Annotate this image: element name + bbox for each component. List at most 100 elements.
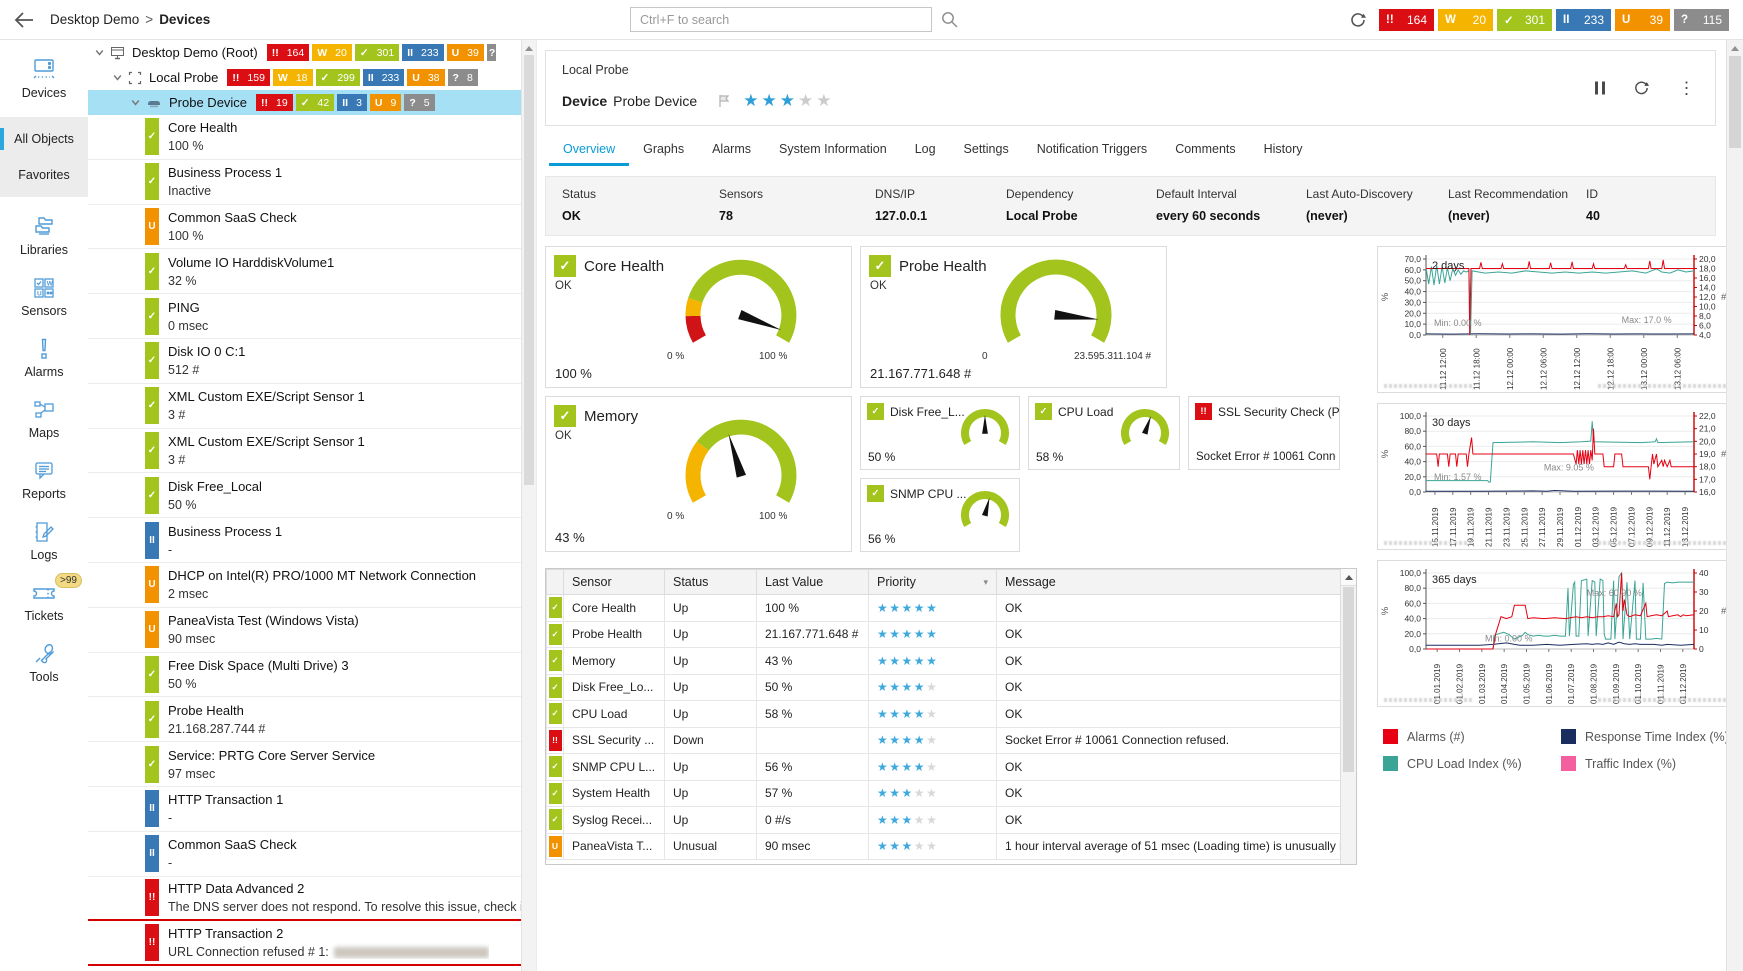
tree-scrollbar[interactable]	[521, 40, 536, 971]
mini-status-badge[interactable]: II3	[337, 94, 367, 111]
status-badge[interactable]: W20	[1438, 9, 1493, 31]
mini-status-badge[interactable]: U9	[370, 94, 401, 111]
gauge-card-small[interactable]: ✓CPU Load58 %	[1028, 396, 1180, 470]
priority-stars[interactable]: ★★★★★	[877, 707, 938, 721]
sensor-cell[interactable]: Core Health	[564, 595, 665, 622]
tree-sensor-item[interactable]: ✓XML Custom EXE/Script Sensor 13 #	[88, 384, 522, 429]
tree-sensor-item[interactable]: ✓XML Custom EXE/Script Sensor 13 #	[88, 429, 522, 474]
sensor-cell[interactable]: SSL Security ...	[564, 727, 665, 754]
priority-stars[interactable]: ★★★★★	[877, 786, 938, 800]
sidebar-item-all-objects[interactable]: All Objects	[0, 121, 88, 157]
tree-group-row[interactable]: Desktop Demo (Root)!!164W20✓301II233U39?	[88, 40, 522, 65]
tree-sensor-item[interactable]: UPaneaVista Test (Windows Vista)90 msec	[88, 608, 522, 653]
tree-sensor-item[interactable]: IIBusiness Process 1-	[88, 518, 522, 563]
parent-group-link[interactable]: Local Probe	[562, 63, 1699, 77]
mini-status-badge[interactable]: U39	[447, 44, 484, 61]
sensor-cell[interactable]: Memory	[564, 648, 665, 675]
tree-sensor-item[interactable]: !!HTTP Data Advanced 2The DNS server doe…	[88, 877, 522, 922]
table-row[interactable]: ✓System HealthUp57 %★★★★★OK	[547, 780, 1341, 807]
sensor-cell[interactable]: Syslog Recei...	[564, 807, 665, 834]
window-scrollbar-thumb[interactable]	[1729, 56, 1741, 148]
device-priority-stars[interactable]: ★★★★★	[743, 91, 834, 111]
refresh-icon[interactable]	[1349, 11, 1367, 29]
legend-item[interactable]: Alarms (#)	[1383, 729, 1561, 744]
tree-sensor-item[interactable]: ✓Disk Free_Local50 %	[88, 473, 522, 518]
priority-cell[interactable]: ★★★★★	[869, 754, 997, 781]
chevron-down-icon[interactable]	[130, 97, 141, 108]
star-filled-icon[interactable]: ★	[780, 91, 798, 110]
tree-sensor-item[interactable]: UCommon SaaS Check100 %	[88, 205, 522, 250]
tab-graphs[interactable]: Graphs	[629, 131, 698, 166]
legend-item[interactable]: Traffic Index (%)	[1561, 756, 1726, 771]
star-empty-icon[interactable]: ★	[798, 91, 816, 110]
sidebar-item-favorites[interactable]: Favorites	[0, 157, 88, 193]
gauge-card[interactable]: ✓Probe HealthOK21.167.771.648 #023.595.3…	[860, 246, 1167, 388]
table-row[interactable]: UPaneaVista T...Unusual90 msec★★★★★1 hou…	[547, 833, 1341, 860]
tree-sensor-item[interactable]: UDHCP on Intel(R) PRO/1000 MT Network Co…	[88, 563, 522, 608]
mini-status-badge[interactable]: II233	[402, 44, 443, 61]
tree-sensor-item[interactable]: ✓Core Health100 %	[88, 115, 522, 160]
chevron-down-icon[interactable]: ▾	[983, 577, 988, 588]
mini-status-badge[interactable]: U38	[407, 69, 444, 86]
mini-status-badge[interactable]: II233	[363, 69, 404, 86]
sensor-cell[interactable]: System Health	[564, 780, 665, 807]
star-empty-icon[interactable]: ★	[816, 91, 834, 110]
mini-status-badge[interactable]: !!19	[256, 94, 293, 111]
tree-sensor-item[interactable]: IIHTTP Transaction 1-	[88, 787, 522, 832]
column-header[interactable]	[547, 570, 564, 595]
gauge-card[interactable]: ✓Core HealthOK100 %0 %100 %	[545, 246, 852, 388]
priority-cell[interactable]: ★★★★★	[869, 780, 997, 807]
tab-system-information[interactable]: System Information	[765, 131, 901, 166]
scroll-up-icon[interactable]	[1731, 46, 1739, 51]
gauge-card-small[interactable]: ✓Disk Free_L...50 %	[860, 396, 1020, 470]
priority-stars[interactable]: ★★★★★	[877, 680, 938, 694]
chevron-down-icon[interactable]	[112, 72, 123, 83]
mini-status-badge[interactable]: ?8	[448, 69, 478, 86]
tree-sensor-item[interactable]: ✓Volume IO HarddiskVolume132 %	[88, 249, 522, 294]
tree-sensor-item[interactable]: ✓Service: PRTG Core Server Service97 mse…	[88, 742, 522, 787]
column-header-status[interactable]: Status	[665, 570, 757, 595]
sidebar-item-maps[interactable]: Maps	[0, 388, 88, 449]
mini-status-badge[interactable]: !!159	[227, 69, 270, 86]
priority-stars[interactable]: ★★★★★	[877, 733, 938, 747]
sidebar-item-alarms[interactable]: Alarms	[0, 327, 88, 388]
sensor-cell[interactable]: CPU Load	[564, 701, 665, 728]
tree-sensor-item[interactable]: IICommon SaaS Check-	[88, 832, 522, 877]
star-filled-icon[interactable]: ★	[761, 91, 779, 110]
tree-sensor-item[interactable]: !!HTTP Transaction 2URL Connection refus…	[88, 921, 522, 966]
table-scrollbar-thumb[interactable]	[1343, 587, 1354, 772]
table-row[interactable]: ✓Probe HealthUp21.167.771.648 #★★★★★OK	[547, 621, 1341, 648]
breadcrumb-parent[interactable]: Desktop Demo	[50, 12, 139, 27]
sidebar-item-tickets[interactable]: >99 Tickets	[0, 571, 88, 632]
table-row[interactable]: !!SSL Security ...Down★★★★★Socket Error …	[547, 727, 1341, 754]
sidebar-item-devices[interactable]: Devices	[0, 48, 88, 109]
mini-status-badge[interactable]: ?	[487, 44, 496, 61]
priority-cell[interactable]: ★★★★★	[869, 727, 997, 754]
table-row[interactable]: ✓Core HealthUp100 %★★★★★OK	[547, 595, 1341, 622]
mini-status-badge[interactable]: ✓42	[296, 94, 335, 111]
table-row[interactable]: ✓MemoryUp43 %★★★★★OK	[547, 648, 1341, 675]
priority-stars[interactable]: ★★★★★	[877, 627, 938, 641]
priority-cell[interactable]: ★★★★★	[869, 701, 997, 728]
table-row[interactable]: ✓CPU LoadUp58 %★★★★★OK	[547, 701, 1341, 728]
sidebar-item-libraries[interactable]: Libraries	[0, 205, 88, 266]
sensor-cell[interactable]: SNMP CPU L...	[564, 754, 665, 781]
legend-item[interactable]: Response Time Index (%)	[1561, 729, 1726, 744]
priority-stars[interactable]: ★★★★★	[877, 601, 938, 615]
gauge-card-small[interactable]: ✓SNMP CPU ...56 %	[860, 478, 1020, 552]
sidebar-item-tools[interactable]: Tools	[0, 632, 88, 693]
priority-cell[interactable]: ★★★★★	[869, 833, 997, 860]
flag-icon[interactable]	[717, 94, 731, 108]
table-scrollbar[interactable]	[1340, 569, 1356, 864]
graph-card[interactable]: 0,020,040,060,080,0100,0010203040%#01.01…	[1377, 560, 1726, 707]
chevron-down-icon[interactable]	[94, 47, 105, 58]
sidebar-item-sensors[interactable]: WU Sensors	[0, 266, 88, 327]
tab-comments[interactable]: Comments	[1161, 131, 1249, 166]
star-filled-icon[interactable]: ★	[743, 91, 761, 110]
search-icon[interactable]	[941, 11, 958, 28]
mini-status-badge[interactable]: !!164	[267, 44, 310, 61]
table-row[interactable]: ✓SNMP CPU L...Up56 %★★★★★OK	[547, 754, 1341, 781]
priority-cell[interactable]: ★★★★★	[869, 595, 997, 622]
column-header-sensor[interactable]: Sensor	[564, 570, 665, 595]
status-badge[interactable]: II233	[1556, 9, 1611, 31]
